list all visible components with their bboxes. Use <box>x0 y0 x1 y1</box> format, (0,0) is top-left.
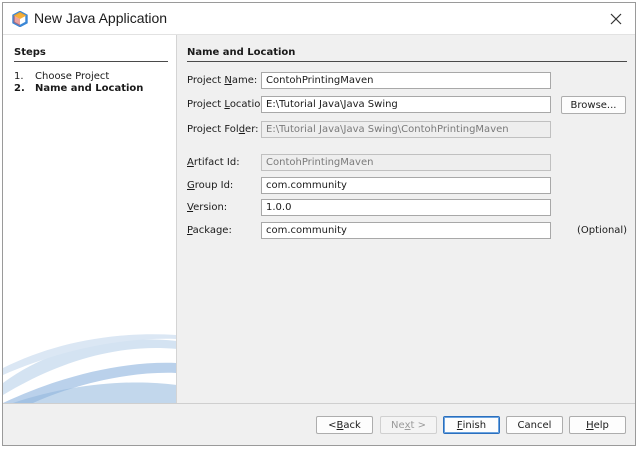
steps-panel: Steps 1. Choose Project 2. Name and Locati… <box>3 35 177 403</box>
close-icon <box>610 13 622 25</box>
artifact-id-label: Artifact Id: <box>187 157 240 168</box>
window-title: New Java Application <box>34 10 168 26</box>
close-button[interactable] <box>605 8 627 30</box>
package-input[interactable] <box>261 222 551 239</box>
new-java-application-dialog: New Java Application Steps 1. Choose Proj… <box>2 2 636 446</box>
artifact-id-field <box>261 154 551 171</box>
finish-button[interactable]: Finish <box>443 416 500 434</box>
help-button[interactable]: Help <box>569 416 626 434</box>
back-button[interactable]: < Back <box>316 416 373 434</box>
group-id-label: Group Id: <box>187 180 234 191</box>
netbeans-cube-icon <box>12 11 28 27</box>
browse-label: Browse... <box>570 99 617 111</box>
project-folder-label: Project Folder: <box>187 124 259 135</box>
step-label: Name and Location <box>35 83 144 94</box>
project-location-label: Project Location: <box>187 99 271 110</box>
step-choose-project: 1. Choose Project <box>14 71 109 82</box>
project-name-label: Project Name: <box>187 75 258 86</box>
project-folder-field <box>261 121 551 138</box>
browse-button[interactable]: Browse... <box>561 96 626 114</box>
section-heading: Name and Location <box>187 47 627 62</box>
cancel-label: Cancel <box>517 419 552 431</box>
project-location-input[interactable] <box>261 96 551 113</box>
version-input[interactable] <box>261 199 551 216</box>
group-id-input[interactable] <box>261 177 551 194</box>
name-and-location-panel: Name and Location Project Name: Project … <box>177 35 635 403</box>
decorative-swoosh-graphic <box>3 334 176 403</box>
next-button[interactable]: Ne x t > <box>380 416 437 434</box>
project-name-input[interactable] <box>261 72 551 89</box>
cancel-button[interactable]: Cancel <box>506 416 563 434</box>
title-bar: New Java Application <box>3 3 635 35</box>
step-label: Choose Project <box>35 71 110 82</box>
version-label: Version: <box>187 202 228 213</box>
steps-heading: Steps <box>14 47 168 62</box>
footer-button-bar: < Back Ne x t > Finish Cancel Help <box>3 403 635 445</box>
optional-hint: (Optional) <box>577 225 628 236</box>
step-name-and-location: 2. Name and Location <box>14 83 143 94</box>
step-number: 2. <box>14 83 25 94</box>
package-label: Package: <box>187 225 232 236</box>
step-number: 1. <box>14 71 24 82</box>
